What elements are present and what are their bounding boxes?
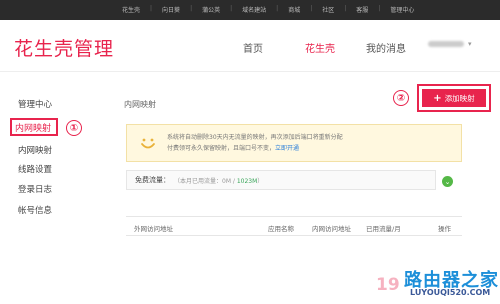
smile-icon <box>141 138 155 149</box>
annotation-marker-1: ① <box>66 120 82 136</box>
sidebar-item-intranet-mapping-active[interactable]: 内网映射 <box>10 118 58 136</box>
expand-icon[interactable]: ⌄ <box>442 176 453 187</box>
notice-text-2: 付费领可永久保留映射，且端口号不变，立即开通 <box>167 143 299 152</box>
top-bar: 花生壳 | 向日葵 | 蒲公英 | 域名建站 | 商城 | 社区 | 客服 | … <box>0 0 500 20</box>
col-actions: 操作 <box>438 225 451 233</box>
top-links: 花生壳 | 向日葵 | 蒲公英 | 域名建站 | 商城 | 社区 | 客服 | … <box>122 5 414 14</box>
notice-banner: 系统将自动删除30天内无流量的映射，再次添加后端口将重新分配 付费领可永久保留映… <box>126 124 462 162</box>
sidebar-item-line-settings[interactable]: 线路设置 <box>18 163 52 175</box>
username-blurred <box>428 41 464 47</box>
top-link-pugongying[interactable]: 蒲公英 <box>202 5 220 14</box>
chevron-down-icon: ▾ <box>468 40 472 48</box>
header: 花生壳管理 首页 花生壳 我的消息 ▾ <box>0 20 500 72</box>
top-link-admin[interactable]: 管理中心 <box>390 5 414 14</box>
traffic-value: （本月已用流量：0M / 1023M） <box>174 176 263 185</box>
plus-icon: + <box>433 92 442 104</box>
divider: | <box>190 5 193 12</box>
top-link-community[interactable]: 社区 <box>322 5 334 14</box>
divider: | <box>276 5 279 12</box>
notice-text-2-body: 付费领可永久保留映射，且端口号不变， <box>167 145 276 152</box>
top-link-xiangrikui[interactable]: 向日葵 <box>162 5 180 14</box>
user-menu[interactable]: ▾ <box>428 38 478 50</box>
col-public-address: 外网访问地址 <box>134 225 173 233</box>
table-header: 外网访问地址 应用名称 内网访问地址 已用流量/月 操作 <box>126 216 462 236</box>
sidebar-item-admin[interactable]: 管理中心 <box>18 98 52 110</box>
top-link-service[interactable]: 客服 <box>356 5 368 14</box>
nav-huashengke[interactable]: 花生壳 <box>305 40 335 55</box>
divider: | <box>344 5 347 12</box>
add-mapping-label: 添加映射 <box>444 93 475 103</box>
divider: | <box>378 5 381 12</box>
nav-home[interactable]: 首页 <box>243 40 263 55</box>
divider: | <box>230 5 233 12</box>
traffic-label: 免费流量： <box>135 176 170 184</box>
sidebar-item-label: 内网映射 <box>15 123 52 134</box>
col-traffic-used: 已用流量/月 <box>366 225 401 233</box>
divider: | <box>310 5 313 12</box>
col-app-name: 应用名称 <box>268 225 294 233</box>
sidebar-item-account-info[interactable]: 帐号信息 <box>18 204 52 216</box>
traffic-bar: 免费流量： （本月已用流量：0M / 1023M） <box>126 170 436 190</box>
add-mapping-button[interactable]: + 添加映射 <box>422 89 486 107</box>
traffic-suffix: ） <box>257 177 264 185</box>
upgrade-link[interactable]: 立即开通 <box>275 145 299 152</box>
traffic-used: （本月已用流量：0M / <box>174 177 237 185</box>
col-intranet-address: 内网访问地址 <box>312 225 351 233</box>
site-logo[interactable]: 花生壳管理 <box>14 34 114 61</box>
traffic-total: 1023M <box>236 177 258 185</box>
sidebar-item-intranet-mapping[interactable]: 内网映射 <box>18 144 52 156</box>
notice-text-1: 系统将自动删除30天内无流量的映射，再次添加后端口将重新分配 <box>167 134 343 141</box>
divider: | <box>150 5 153 12</box>
annotation-marker-2: ② <box>393 90 409 106</box>
top-link-shop[interactable]: 商城 <box>288 5 300 14</box>
watermark-url: LUYOUQI520.COM <box>410 288 491 297</box>
page-title: 内网映射 <box>124 100 156 109</box>
add-button-highlight: + 添加映射 <box>417 84 491 112</box>
top-link-huashengke[interactable]: 花生壳 <box>122 5 140 14</box>
watermark-number: 19 <box>376 275 400 295</box>
top-link-domain[interactable]: 域名建站 <box>242 5 266 14</box>
nav-messages[interactable]: 我的消息 <box>366 40 406 55</box>
sidebar-item-login-log[interactable]: 登录日志 <box>18 183 52 195</box>
